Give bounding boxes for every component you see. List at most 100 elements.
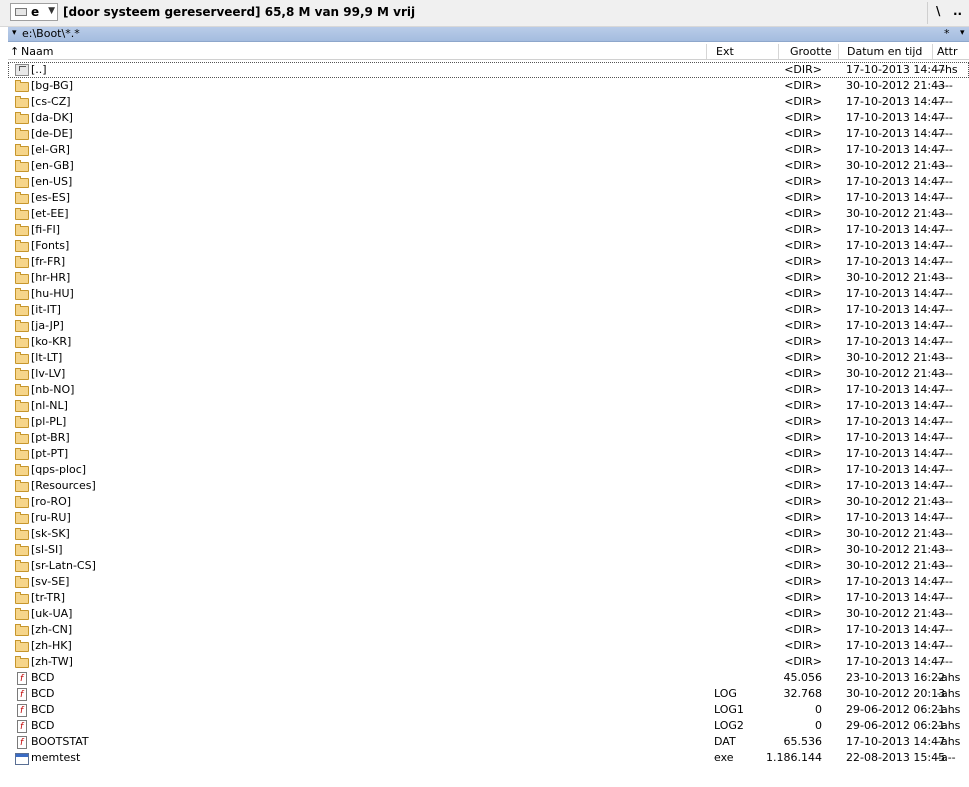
file-name: [ja-JP] — [31, 319, 64, 332]
file-size: <DIR> — [784, 415, 822, 428]
file-date: 17-10-2013 14:47 — [846, 335, 946, 348]
file-row[interactable]: [ja-JP] <DIR> 17-10-2013 14:47 ---- — [8, 318, 969, 334]
file-attr: ---- — [937, 543, 953, 556]
file-row[interactable]: [nl-NL] <DIR> 17-10-2013 14:47 ---- — [8, 398, 969, 414]
file-row[interactable]: [zh-CN] <DIR> 17-10-2013 14:47 ---- — [8, 622, 969, 638]
file-row[interactable]: [hu-HU] <DIR> 17-10-2013 14:47 ---- — [8, 286, 969, 302]
path-bar[interactable]: ▾ e:\Boot\*.* * ▾ — [8, 27, 969, 42]
folder-icon — [14, 560, 30, 572]
file-attr: ---- — [937, 159, 953, 172]
column-size-header[interactable]: Grootte — [790, 45, 832, 58]
parent-dir-button[interactable]: .. — [953, 4, 962, 18]
column-date-header[interactable]: Datum en tijd — [847, 45, 922, 58]
file-row[interactable]: [fi-FI] <DIR> 17-10-2013 14:47 ---- — [8, 222, 969, 238]
file-attr: ---- — [937, 367, 953, 380]
file-row[interactable]: [ko-KR] <DIR> 17-10-2013 14:47 ---- — [8, 334, 969, 350]
file-name: [en-GB] — [31, 159, 74, 172]
file-row[interactable]: memtest exe 1.186.144 22-08-2013 15:45 -a-- — [8, 750, 969, 766]
file-row[interactable]: [Fonts] <DIR> 17-10-2013 14:47 ---- — [8, 238, 969, 254]
file-row[interactable]: BCDLOG32.76830-10-2012 20:13-ahs — [8, 686, 969, 703]
folder-icon — [14, 128, 30, 140]
file-row[interactable]: [bg-BG] <DIR> 30-10-2012 21:43 ---- — [8, 78, 969, 94]
file-row[interactable]: [fr-FR] <DIR> 17-10-2013 14:47 ---- — [8, 254, 969, 270]
file-date: 17-10-2013 14:47 — [846, 399, 946, 412]
file-row[interactable]: [lv-LV] <DIR> 30-10-2012 21:43 ---- — [8, 366, 969, 382]
file-date: 17-10-2013 14:47 — [846, 447, 946, 460]
favorites-star-button[interactable]: * — [944, 27, 950, 40]
file-row[interactable]: BCDLOG1029-06-2012 06:21-ahs — [8, 702, 969, 719]
file-row[interactable]: BCDLOG2029-06-2012 06:21-ahs — [8, 718, 969, 735]
file-date: 30-10-2012 20:13 — [846, 687, 946, 700]
file-row[interactable]: BOOTSTATDAT65.53617-10-2013 14:47-ahs — [8, 734, 969, 751]
history-arrow-icon[interactable]: ▾ — [12, 28, 17, 38]
file-row[interactable]: [zh-HK] <DIR> 17-10-2013 14:47 ---- — [8, 638, 969, 654]
file-row[interactable]: [ro-RO] <DIR> 30-10-2012 21:43 ---- — [8, 494, 969, 510]
folder-icon — [14, 608, 30, 620]
folder-icon — [14, 640, 30, 652]
column-divider[interactable] — [932, 44, 933, 59]
file-size: <DIR> — [784, 511, 822, 524]
file-attr: ---- — [937, 527, 953, 540]
file-row[interactable]: [sl-SI] <DIR> 30-10-2012 21:43 ---- — [8, 542, 969, 558]
file-row[interactable]: BCD 45.056 23-10-2013 16:22-ahs — [8, 670, 969, 687]
file-row[interactable]: [ru-RU] <DIR> 17-10-2013 14:47 ---- — [8, 510, 969, 526]
file-row[interactable]: [hr-HR] <DIR> 30-10-2012 21:43 ---- — [8, 270, 969, 286]
file-row[interactable]: [sv-SE] <DIR> 17-10-2013 14:47 ---- — [8, 574, 969, 590]
file-size: 32.768 — [783, 687, 823, 700]
file-row[interactable]: [cs-CZ] <DIR> 17-10-2013 14:47 ---- — [8, 94, 969, 110]
file-row[interactable]: [en-US] <DIR> 17-10-2013 14:47 ---- — [8, 174, 969, 190]
column-divider[interactable] — [778, 44, 779, 59]
column-name-header[interactable]: Naam — [21, 45, 53, 58]
file-row[interactable]: [pl-PL] <DIR> 17-10-2013 14:47 ---- — [8, 414, 969, 430]
file-row[interactable]: [da-DK] <DIR> 17-10-2013 14:47 ---- — [8, 110, 969, 126]
file-row[interactable]: [en-GB] <DIR> 30-10-2012 21:43 ---- — [8, 158, 969, 174]
file-date: 17-10-2013 14:47 — [846, 287, 946, 300]
file-size: 65.536 — [783, 735, 823, 748]
file-row[interactable]: [pt-PT] <DIR> 17-10-2013 14:47 ---- — [8, 446, 969, 462]
file-row[interactable]: [el-GR] <DIR> 17-10-2013 14:47 ---- — [8, 142, 969, 158]
file-attr: -ahs — [937, 687, 961, 700]
column-attr-header[interactable]: Attr — [937, 45, 957, 58]
file-date: 30-10-2012 21:43 — [846, 367, 946, 380]
file-attr: ---- — [937, 351, 953, 364]
column-ext-header[interactable]: Ext — [716, 45, 734, 58]
file-row[interactable]: [uk-UA] <DIR> 30-10-2012 21:43 ---- — [8, 606, 969, 622]
folder-icon — [14, 496, 30, 508]
file-row[interactable]: [de-DE] <DIR> 17-10-2013 14:47 ---- — [8, 126, 969, 142]
drive-select[interactable]: e ▼ — [10, 3, 58, 21]
folder-icon — [14, 288, 30, 300]
file-date: 17-10-2013 14:47 — [846, 383, 946, 396]
file-attr: ---- — [937, 639, 953, 652]
file-date: 17-10-2013 14:47 — [846, 239, 946, 252]
root-dir-button[interactable]: \ — [936, 4, 940, 18]
file-date: 17-10-2013 14:47 — [846, 63, 946, 76]
file-attr: ---- — [937, 127, 953, 140]
file-date: 17-10-2013 14:47 — [846, 479, 946, 492]
file-row[interactable]: [Resources] <DIR> 17-10-2013 14:47 ---- — [8, 478, 969, 494]
file-size: <DIR> — [784, 255, 822, 268]
file-name: [pl-PL] — [31, 415, 67, 428]
file-row[interactable]: [qps-ploc] <DIR> 17-10-2013 14:47 ---- — [8, 462, 969, 478]
file-size: <DIR> — [784, 143, 822, 156]
file-row[interactable]: [it-IT] <DIR> 17-10-2013 14:47 ---- — [8, 302, 969, 318]
file-size: <DIR> — [784, 207, 822, 220]
file-name: [zh-HK] — [31, 639, 72, 652]
column-divider[interactable] — [706, 44, 707, 59]
column-divider[interactable] — [838, 44, 839, 59]
file-row[interactable]: [es-ES] <DIR> 17-10-2013 14:47 ---- — [8, 190, 969, 206]
file-row[interactable]: [tr-TR] <DIR> 17-10-2013 14:47 ---- — [8, 590, 969, 606]
file-attr: ---- — [937, 255, 953, 268]
file-row[interactable]: [sk-SK] <DIR> 30-10-2012 21:43 ---- — [8, 526, 969, 542]
file-name: BCD — [31, 719, 55, 732]
file-row[interactable]: [nb-NO] <DIR> 17-10-2013 14:47 ---- — [8, 382, 969, 398]
file-row[interactable]: [..] <DIR> 17-10-2013 14:47 --hs — [8, 62, 969, 78]
file-size: <DIR> — [784, 399, 822, 412]
folder-icon — [14, 240, 30, 252]
file-row[interactable]: [lt-LT] <DIR> 30-10-2012 21:43 ---- — [8, 350, 969, 366]
file-row[interactable]: [et-EE] <DIR> 30-10-2012 21:43 ---- — [8, 206, 969, 222]
history-dropdown-button[interactable]: ▾ — [960, 28, 965, 38]
file-row[interactable]: [pt-BR] <DIR> 17-10-2013 14:47 ---- — [8, 430, 969, 446]
file-row[interactable]: [sr-Latn-CS] <DIR> 30-10-2012 21:43 ---- — [8, 558, 969, 574]
folder-icon — [14, 320, 30, 332]
file-row[interactable]: [zh-TW] <DIR> 17-10-2013 14:47 ---- — [8, 654, 969, 670]
